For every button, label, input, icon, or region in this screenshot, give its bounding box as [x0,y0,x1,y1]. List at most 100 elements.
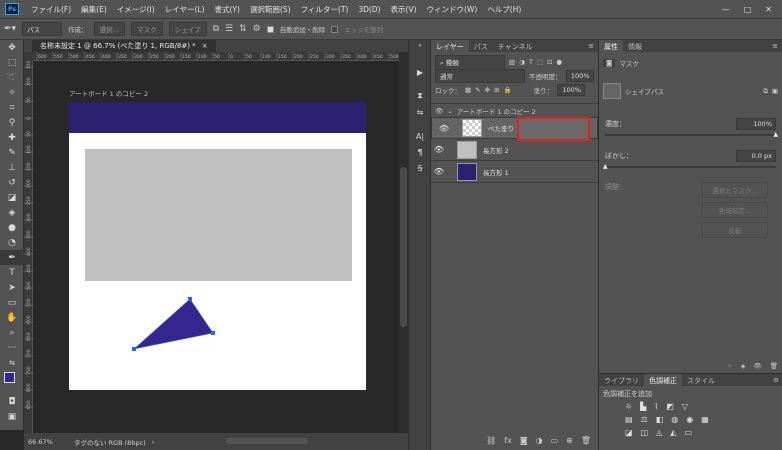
artboard-group-name[interactable]: アートボード 1 のコピー 2 [457,106,536,116]
tab-styles[interactable]: スタイル [682,374,720,386]
zoom-level[interactable]: 66.67% [28,438,68,446]
filter-shape-icon[interactable]: ⬚ [537,58,543,66]
path-selection-tool-icon[interactable]: ➤ [0,280,24,295]
tab-layers[interactable]: レイヤー [431,40,469,52]
ruler-origin[interactable] [24,52,33,61]
threshold-icon[interactable]: ◬ [656,428,662,437]
density-field[interactable]: 100% [736,118,776,130]
tab-properties[interactable]: 属性 [599,40,623,52]
make-shape-button[interactable]: シェイプ [168,22,207,36]
layer-row[interactable]: 👁 長方形 1 [431,161,598,183]
filter-smart-object-icon[interactable]: ⊡ [547,58,552,66]
lock-all-icon[interactable]: 🔒 [504,86,512,94]
layer-thumbnail[interactable] [462,119,482,137]
levels-icon[interactable]: ▙ [640,402,646,411]
layer-name[interactable]: 長方形 1 [483,167,509,177]
make-mask-button[interactable]: マスク [131,22,163,36]
menu-3d[interactable]: 3D(D) [353,5,385,14]
menu-edit[interactable]: 編集(E) [76,4,112,15]
artboard-group-row[interactable]: 👁 ⌄ アートボード 1 のコピー 2 [431,104,598,117]
hue-saturation-icon[interactable]: ▤ [625,415,633,424]
layer-filter-select[interactable]: ⌕ 種類 [435,54,505,70]
menu-window[interactable]: ウィンドウ(W) [422,4,483,15]
density-slider-handle[interactable]: ▲ [773,131,778,138]
anchor-point-left[interactable] [132,347,136,351]
black-white-icon[interactable]: ◧ [656,415,664,424]
trash-icon[interactable]: 🗑 [770,362,778,370]
tab-adjustments[interactable]: 色調補正 [644,374,682,386]
gear-icon[interactable]: ⚙ [253,24,261,34]
path-alignment-icon[interactable]: ☰ [225,24,233,34]
menu-image[interactable]: イメージ(I) [112,4,160,15]
pen-tool-icon[interactable]: ✒ [0,250,24,265]
lock-artboard-icon[interactable]: ⊞ [494,86,499,94]
panel-menu-icon[interactable]: ≡ [584,40,598,52]
select-and-mask-button[interactable]: 選択とマスク… [702,182,768,198]
filter-toggle-icon[interactable]: ● [556,58,562,66]
menu-layer[interactable]: レイヤー(L) [160,4,210,15]
color-swatches[interactable] [0,370,24,394]
menu-help[interactable]: ヘルプ(H) [482,4,526,15]
apply-mask-icon[interactable]: ⧉ [763,87,768,96]
apply-mask-icon[interactable]: ◈ [740,362,745,370]
opacity-field[interactable]: 100% [565,70,594,82]
vibrance-icon[interactable]: ▽ [682,402,688,411]
play-action-icon[interactable]: ▶ [409,64,431,80]
filter-adjustment-icon[interactable]: ◑ [519,58,525,66]
menu-filter[interactable]: フィルター(T) [296,4,354,15]
filter-type-icon[interactable]: T [529,58,533,66]
invert-adjustment-icon[interactable]: ◪ [625,428,633,437]
visibility-eye-icon[interactable]: 👁 [436,124,452,133]
add-mask-icon[interactable]: ◙ [520,436,528,445]
channel-mixer-icon[interactable]: ◉ [686,415,693,424]
auto-add-delete-checkbox[interactable] [266,25,274,33]
brightness-contrast-icon[interactable]: ☼ [625,402,632,411]
crop-tool-icon[interactable]: ⌗ [0,100,24,115]
expand-chevron-icon[interactable]: ⌄ [447,107,452,115]
shape-path-swatch[interactable] [603,83,621,99]
collapse-panels-icon[interactable]: « [409,40,431,50]
artboard[interactable] [69,102,366,390]
feather-slider[interactable]: ▲ [603,163,776,170]
healing-brush-tool-icon[interactable]: ✚ [0,130,24,145]
link-layers-icon[interactable]: ⛓ [486,436,496,445]
lock-transparent-icon[interactable]: ▦ [465,86,471,94]
gradient-map-icon[interactable]: ▭ [684,428,692,437]
visibility-eye-icon[interactable]: 👁 [435,107,443,115]
rectangle-tool-icon[interactable]: ▭ [0,295,24,310]
history-icon[interactable]: ⧗ [409,88,431,104]
fill-field[interactable]: 100% [557,84,586,96]
horizontal-scrollbar-thumb[interactable] [226,438,308,444]
new-group-icon[interactable]: ▭ [551,436,559,445]
feather-field[interactable]: 0.0 px [736,150,776,162]
magic-wand-tool-icon[interactable]: ✧ [0,85,24,100]
color-lookup-icon[interactable]: ▦ [701,415,709,424]
layer-thumbnail[interactable] [457,140,477,159]
paragraph-icon[interactable]: ¶ [409,144,431,160]
horizontal-ruler[interactable]: 600 550 500 450 400 350 300 250 200 150 100 50 0 50 10… [33,52,399,61]
feather-slider-handle[interactable]: ▲ [603,163,608,170]
adjust-icon[interactable]: ⇋ [409,104,431,120]
quick-mask-icon[interactable]: ◘ [0,394,24,409]
close-window-icon[interactable]: ✕ [765,5,772,14]
menu-file[interactable]: ファイル(F) [26,4,76,15]
photo-filter-icon[interactable]: ◍ [671,415,678,424]
visibility-eye-icon[interactable]: 👁 [431,167,447,176]
vertical-scrollbar[interactable] [399,52,408,433]
lock-position-icon[interactable]: ✥ [485,86,490,94]
dodge-tool-icon[interactable]: ◔ [0,235,24,250]
align-edges-checkbox[interactable] [331,25,339,33]
layer-name[interactable]: 長方形 2 [483,145,509,155]
glyphs-icon[interactable]: Ꞩ [409,160,431,176]
layer-style-icon[interactable]: fx [504,436,512,445]
tab-info[interactable]: 情報 [623,40,647,52]
foreground-color-swatch[interactable] [4,372,15,383]
color-range-button[interactable]: 色域指定… [702,202,768,218]
trash-icon[interactable]: 🗑 [581,436,591,445]
lasso-tool-icon[interactable]: ➰ [0,70,24,85]
minimize-icon[interactable]: — [722,5,730,14]
document-profile[interactable]: タグのない RGB (8bpc) [74,437,146,447]
status-arrow-icon[interactable]: › [152,438,155,446]
menu-select[interactable]: 選択範囲(S) [245,4,296,15]
type-tool-icon[interactable]: T [0,265,24,280]
